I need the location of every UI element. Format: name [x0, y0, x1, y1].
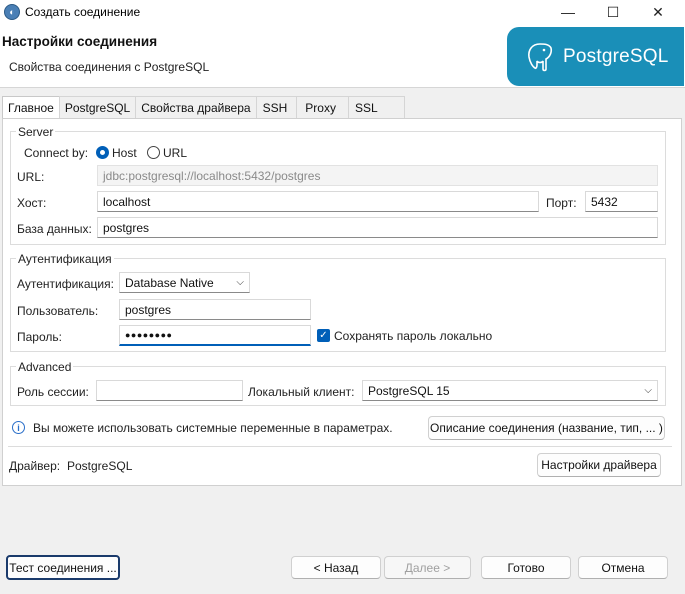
chevron-down-icon: ⌵ — [644, 385, 652, 396]
variables-hint: Вы можете использовать системные перемен… — [33, 421, 393, 435]
tab-driver-properties[interactable]: Свойства драйвера — [135, 96, 257, 118]
auth-method-value: Database Native — [125, 275, 214, 290]
finish-button[interactable]: Готово — [481, 556, 571, 579]
next-button[interactable]: Далее > — [384, 556, 471, 579]
page-title: Настройки соединения — [2, 34, 158, 49]
password-field[interactable]: ●●●●●●●● — [119, 325, 311, 346]
driver-settings-button[interactable]: Настройки драйвера — [537, 453, 661, 477]
tab-main[interactable]: Главное — [2, 96, 60, 119]
connection-details-button[interactable]: Описание соединения (название, тип, ... … — [428, 416, 665, 440]
minimize-button[interactable]: — — [545, 0, 591, 24]
back-button[interactable]: < Назад — [291, 556, 381, 579]
username-label: Пользователь: — [17, 304, 99, 318]
url-label: URL: — [17, 170, 45, 184]
test-connection-button[interactable]: Тест соединения ... — [6, 555, 120, 580]
port-field[interactable]: 5432 — [585, 191, 658, 212]
divider — [8, 446, 672, 447]
session-role-field[interactable] — [96, 380, 243, 401]
elephant-icon — [528, 42, 553, 71]
postgresql-logo: PostgreSQL — [507, 27, 684, 86]
url-radio[interactable] — [147, 146, 160, 159]
url-field[interactable]: jdbc:postgresql://localhost:5432/postgre… — [97, 165, 658, 186]
maximize-button[interactable]: ☐ — [590, 0, 636, 24]
auth-legend: Аутентификация — [16, 252, 114, 266]
chevron-down-icon: ⌵ — [236, 277, 244, 288]
window-title: Создать соединение — [25, 5, 141, 19]
advanced-legend: Advanced — [16, 360, 74, 374]
cancel-button[interactable]: Отмена — [578, 556, 668, 579]
driver-label: Драйвер: — [9, 459, 61, 473]
database-field[interactable]: postgres — [97, 217, 658, 238]
host-radio-label[interactable]: Host — [112, 146, 137, 160]
server-legend: Server — [16, 125, 56, 139]
database-label: База данных: — [17, 222, 92, 236]
tab-bar: Главное PostgreSQL Свойства драйвера SSH… — [2, 96, 405, 119]
driver-name: PostgreSQL — [67, 459, 133, 473]
url-radio-label[interactable]: URL — [163, 146, 187, 160]
session-role-label: Роль сессии: — [17, 385, 89, 399]
local-client-label: Локальный клиент: — [248, 385, 355, 399]
save-password-label[interactable]: Сохранять пароль локально — [334, 329, 492, 343]
password-label: Пароль: — [17, 330, 62, 344]
host-label: Хост: — [17, 196, 47, 210]
tab-ssl[interactable]: SSL — [347, 96, 405, 118]
app-icon: ◐ — [4, 4, 20, 20]
auth-method-select[interactable]: Database Native ⌵ — [119, 272, 250, 293]
tab-postgresql[interactable]: PostgreSQL — [58, 96, 137, 118]
auth-method-label: Аутентификация: — [17, 277, 114, 291]
tab-proxy[interactable]: Proxy — [296, 96, 349, 118]
local-client-select[interactable]: PostgreSQL 15 ⌵ — [362, 380, 658, 401]
local-client-value: PostgreSQL 15 — [368, 383, 450, 398]
logo-text: PostgreSQL — [563, 45, 669, 67]
username-field[interactable]: postgres — [119, 299, 311, 320]
info-icon: i — [12, 421, 25, 434]
host-radio[interactable] — [96, 146, 109, 159]
save-password-checkbox[interactable]: ✓ — [317, 329, 330, 342]
page-subtitle: Свойства соединения с PostgreSQL — [9, 60, 210, 74]
port-label: Порт: — [546, 196, 577, 210]
tab-ssh[interactable]: SSH — [255, 96, 298, 118]
connect-by-label: Connect by: — [24, 146, 89, 160]
close-button[interactable]: ✕ — [635, 0, 681, 24]
host-field[interactable]: localhost — [97, 191, 539, 212]
